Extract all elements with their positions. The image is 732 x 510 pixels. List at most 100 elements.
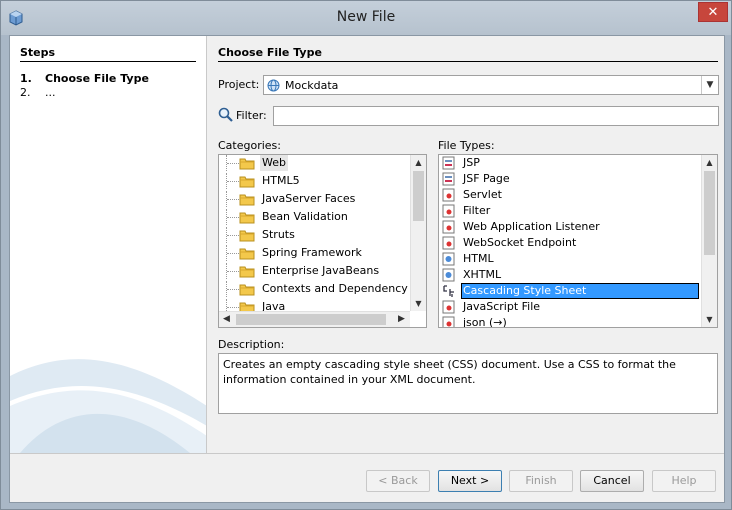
scroll-thumb[interactable] <box>704 171 715 255</box>
chevron-down-icon[interactable]: ▼ <box>701 76 718 94</box>
scroll-right-icon[interactable]: ▶ <box>394 312 409 327</box>
cancel-button[interactable]: Cancel <box>580 470 644 492</box>
file-type-label: WebSocket Endpoint <box>463 236 577 249</box>
project-value: Mockdata <box>285 79 339 92</box>
category-label: HTML5 <box>262 174 300 187</box>
filter-input[interactable] <box>273 106 719 126</box>
new-file-dialog: New File ✕ Steps 1. Choose File Type 2...… <box>0 0 732 510</box>
filter-label: Filter: <box>236 109 267 122</box>
step-number: 2. <box>20 86 31 99</box>
file-type-label: Cascading Style Sheet <box>463 284 587 297</box>
file-type-item[interactable]: WebSocket Endpoint <box>439 235 701 251</box>
scroll-up-icon[interactable]: ▲ <box>702 155 717 170</box>
file-type-label: HTML <box>463 252 494 265</box>
scroll-thumb[interactable] <box>413 171 424 221</box>
section-title: Choose File Type <box>218 46 322 59</box>
folder-icon <box>239 228 255 242</box>
folder-icon <box>239 156 255 170</box>
html-icon <box>442 252 456 266</box>
step-number: 1. <box>20 72 32 85</box>
folder-icon <box>239 246 255 260</box>
category-label: JavaServer Faces <box>262 192 356 205</box>
folder-icon <box>239 282 255 296</box>
json-icon <box>442 316 456 327</box>
category-item[interactable]: Struts <box>219 227 410 243</box>
websocket-icon <box>442 236 456 250</box>
category-item[interactable]: Bean Validation <box>219 209 410 225</box>
categories-vertical-scrollbar[interactable]: ▲ ▼ <box>410 155 426 311</box>
steps-divider <box>20 61 196 62</box>
description-text: Creates an empty cascading style sheet (… <box>218 353 718 414</box>
file-type-item[interactable]: Cascading Style Sheet <box>439 283 701 299</box>
file-types-label: File Types: <box>438 139 495 152</box>
category-item[interactable]: Web <box>219 155 410 171</box>
category-item[interactable]: Contexts and Dependency Inje <box>219 281 426 297</box>
steps-title: Steps <box>20 46 56 59</box>
folder-icon <box>239 210 255 224</box>
section-divider <box>218 61 718 62</box>
file-type-item[interactable]: JSP <box>439 155 701 171</box>
search-icon <box>218 107 233 122</box>
categories-label: Categories: <box>218 139 281 152</box>
category-item[interactable]: Enterprise JavaBeans <box>219 263 410 279</box>
file-type-label: JavaScript File <box>463 300 541 313</box>
file-types-list[interactable]: JSP JSF Page Servlet Filter Web Application … <box>438 154 718 328</box>
file-type-item[interactable]: JSF Page <box>439 171 701 187</box>
step-label: ... <box>45 86 56 99</box>
file-type-item[interactable]: XHTML <box>439 267 701 283</box>
xhtml-icon <box>442 268 456 282</box>
css-icon <box>442 284 456 298</box>
close-button[interactable]: ✕ <box>698 2 728 22</box>
file-type-item[interactable]: Servlet <box>439 187 701 203</box>
globe-icon <box>267 79 280 92</box>
jsf-page-icon <box>442 172 456 186</box>
categories-tree[interactable]: Web HTML5 JavaServer Faces Bean Validation S… <box>218 154 427 328</box>
project-label: Project: <box>218 78 260 91</box>
title-bar[interactable]: New File ✕ <box>1 1 731 35</box>
category-item[interactable]: HTML5 <box>219 173 410 189</box>
scroll-down-icon[interactable]: ▼ <box>702 312 717 327</box>
tree-line <box>226 245 240 261</box>
file-type-label: XHTML <box>463 268 502 281</box>
file-type-item[interactable]: JavaScript File <box>439 299 701 315</box>
file-type-label: Filter <box>463 204 491 217</box>
file-types-vertical-scrollbar[interactable]: ▲ ▼ <box>701 155 717 327</box>
tree-line <box>226 263 240 279</box>
project-dropdown[interactable]: Mockdata ▼ <box>263 75 719 95</box>
step-1: 1. Choose File Type <box>20 72 149 85</box>
scroll-thumb[interactable] <box>236 314 386 325</box>
folder-icon <box>239 174 255 188</box>
scroll-left-icon[interactable]: ◀ <box>219 312 234 327</box>
category-label: Spring Framework <box>262 246 362 259</box>
file-type-item[interactable]: json (→) <box>439 315 701 327</box>
categories-horizontal-scrollbar[interactable]: ◀ ▶ <box>219 311 410 327</box>
tree-line <box>226 173 240 189</box>
scroll-down-icon[interactable]: ▼ <box>411 296 426 311</box>
step-label: Choose File Type <box>45 72 149 85</box>
javascript-icon <box>442 300 456 314</box>
listener-icon <box>442 220 456 234</box>
category-label: Contexts and Dependency Inje <box>262 282 427 295</box>
file-type-item[interactable]: Filter <box>439 203 701 219</box>
category-item[interactable]: Spring Framework <box>219 245 410 261</box>
file-type-label: Web Application Listener <box>463 220 600 233</box>
file-type-label: Servlet <box>463 188 502 201</box>
scroll-up-icon[interactable]: ▲ <box>411 155 426 170</box>
category-item[interactable]: JavaServer Faces <box>219 191 410 207</box>
back-button[interactable]: < Back <box>366 470 430 492</box>
folder-icon <box>239 264 255 278</box>
jsp-icon <box>442 156 456 170</box>
file-type-label: JSP <box>463 156 480 169</box>
next-button[interactable]: Next > <box>438 470 502 492</box>
decorative-swoosh-graphic <box>10 359 206 453</box>
finish-button[interactable]: Finish <box>509 470 573 492</box>
help-button[interactable]: Help <box>652 470 716 492</box>
category-label: Web <box>260 155 288 171</box>
tree-line <box>226 227 240 243</box>
tree-line <box>226 209 240 225</box>
file-type-item[interactable]: Web Application Listener <box>439 219 701 235</box>
file-type-label: JSF Page <box>463 172 510 185</box>
filter-icon <box>442 204 456 218</box>
category-label: Bean Validation <box>262 210 348 223</box>
file-type-item[interactable]: HTML <box>439 251 701 267</box>
